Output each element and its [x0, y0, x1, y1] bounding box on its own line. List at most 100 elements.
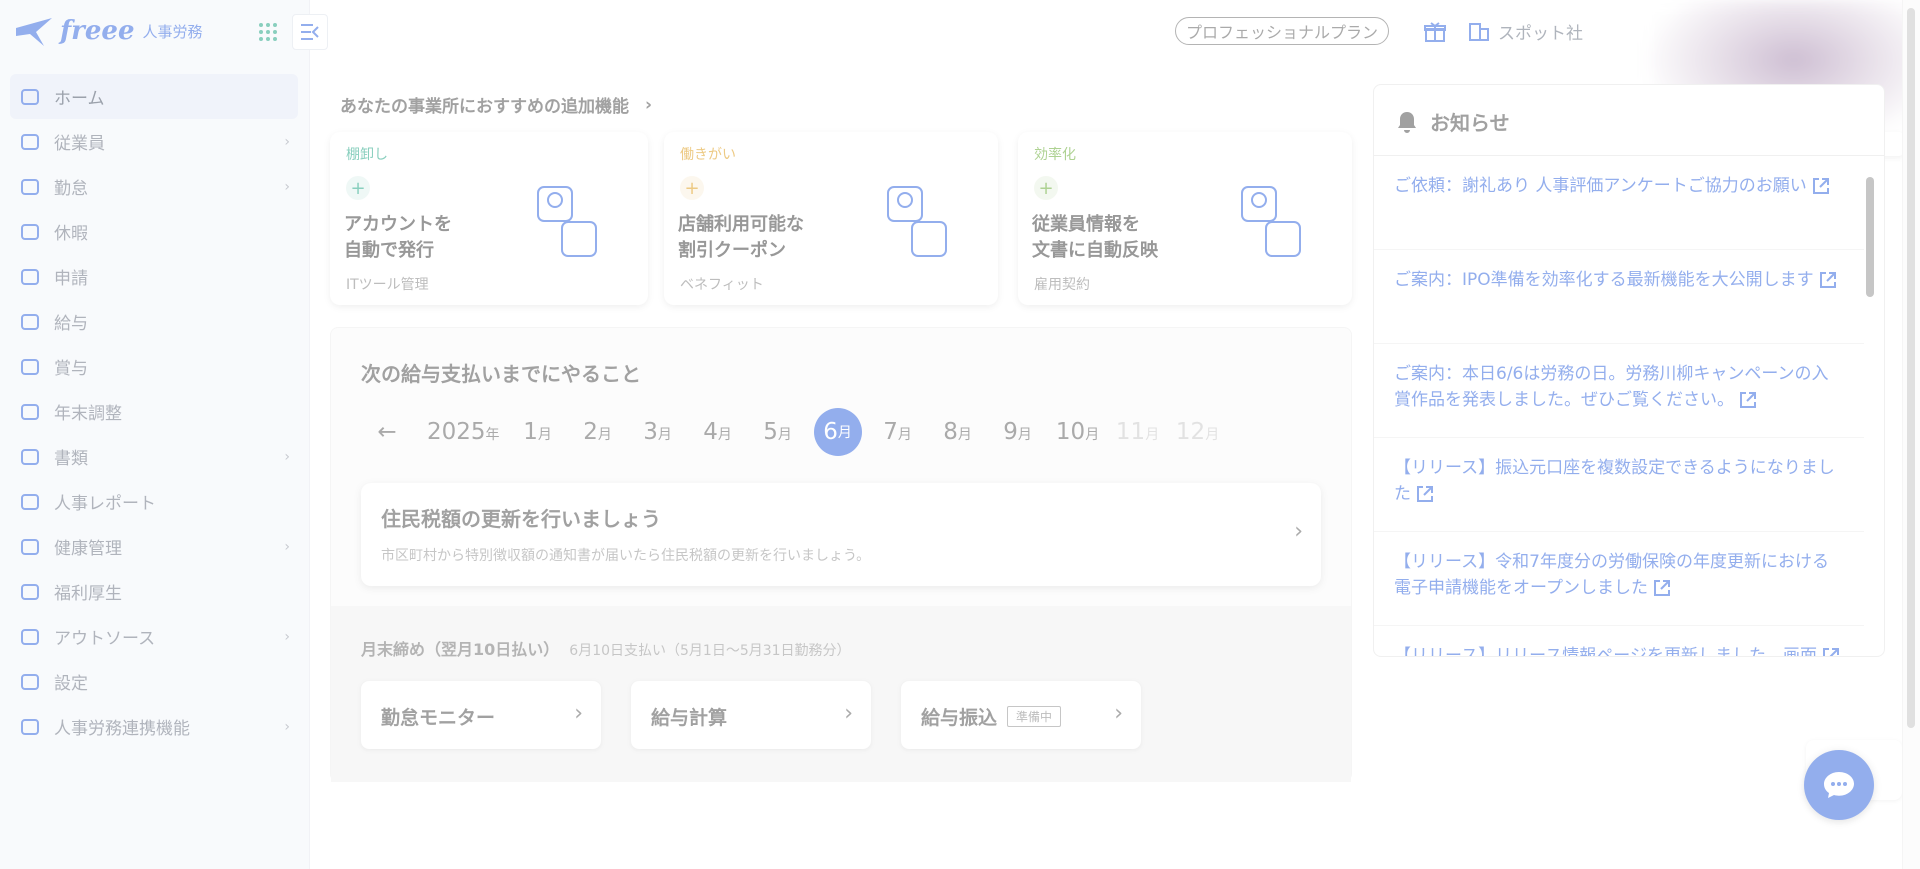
sidebar-item-1[interactable]: 従業員 › — [10, 119, 298, 164]
sidebar-item-9[interactable]: 人事レポート — [10, 479, 298, 524]
news-title: お知らせ — [1430, 111, 1510, 135]
chevron-right-icon: › — [284, 448, 290, 465]
sidebar-item-6[interactable]: 賞与 — [10, 344, 298, 389]
month-10[interactable]: 10月 — [1048, 419, 1108, 445]
sidebar-item-7[interactable]: 年末調整 — [10, 389, 298, 434]
step-title: 勤怠モニター — [381, 707, 496, 729]
recommend-subtitle: 雇用契約 — [1034, 277, 1090, 293]
chevron-right-icon: › — [284, 628, 290, 645]
sidebar-item-label: 休暇 — [54, 224, 88, 244]
apps-grid-icon[interactable] — [258, 22, 278, 42]
sidebar-item-label: 設定 — [54, 674, 88, 694]
document-icon — [18, 445, 42, 469]
news-item[interactable]: ご案内：本日6/6は労務の日。労務川柳キャンペーンの入賞作品を発表しました。ぜひ… — [1374, 344, 1864, 438]
external-link-icon — [1653, 580, 1670, 596]
news-text: 【リリース】リリース情報ページを更新しました。画面 — [1394, 646, 1817, 657]
gear-icon — [18, 670, 42, 694]
month-4[interactable]: 4月 — [688, 419, 748, 445]
chevron-right-icon: › — [645, 94, 653, 115]
month-number: 2 — [583, 419, 598, 445]
news-item[interactable]: 【リリース】リリース情報ページを更新しました。画面 — [1374, 626, 1864, 657]
recommend-card-1[interactable]: 働きがい + 店舗利用可能な 割引クーポン ベネフィット — [664, 132, 998, 305]
collapse-icon — [301, 24, 319, 40]
news-list: ご依頼：謝礼あり 人事評価アンケートご協力のお願いご案内：IPO準備を効率化する… — [1374, 156, 1864, 657]
payroll-step-2[interactable]: 給与振込 準備中 › — [901, 681, 1141, 749]
news-item[interactable]: ご案内：IPO準備を効率化する最新機能を大公開します — [1374, 250, 1864, 344]
month-2[interactable]: 2月 — [568, 419, 628, 445]
sidebar-item-label: 申請 — [54, 269, 88, 289]
stamp-icon — [18, 265, 42, 289]
news-text: 【リリース】令和7年度分の労働保険の年度更新における電子申請機能をオープンしまし… — [1394, 552, 1829, 598]
recommend-subtitle: ベネフィット — [680, 277, 764, 293]
month-number: 7 — [883, 419, 898, 445]
recommend-card-2[interactable]: 効率化 + 従業員情報を 文書に自動反映 雇用契約 — [1018, 132, 1352, 305]
gift-icon[interactable] — [1423, 20, 1447, 44]
payroll-step-1[interactable]: 給与計算 › — [631, 681, 871, 749]
sidebar-item-12[interactable]: アウトソース › — [10, 614, 298, 659]
page-scrollbar-thumb[interactable] — [1907, 8, 1915, 728]
prev-arrow-icon[interactable]: ← — [367, 419, 407, 445]
employee-icon — [18, 130, 42, 154]
plan-badge[interactable]: プロフェッショナルプラン — [1175, 17, 1390, 45]
company-switcher[interactable]: スポット社 — [1468, 19, 1583, 44]
chat-bubble-icon — [1824, 772, 1854, 798]
recommend-category: 働きがい — [680, 147, 736, 163]
month-number: 11 — [1115, 419, 1146, 445]
month-11: 11月 — [1108, 419, 1168, 445]
sidebar-item-4[interactable]: 申請 — [10, 254, 298, 299]
sidebar-item-5[interactable]: 給与 — [10, 299, 298, 344]
sidebar-item-label: 賞与 — [54, 359, 88, 379]
month-8[interactable]: 8月 — [928, 419, 988, 445]
news-item[interactable]: 【リリース】令和7年度分の労働保険の年度更新における電子申請機能をオープンしまし… — [1374, 532, 1864, 626]
news-text: ご依頼：謝礼あり 人事評価アンケートご協力のお願い — [1394, 176, 1807, 196]
recommend-title: 店舗利用可能な 割引クーポン — [678, 212, 804, 264]
clock-icon — [18, 175, 42, 199]
collapse-sidebar-button[interactable] — [292, 14, 328, 50]
todo-title: 次の給与支払いまでにやること — [361, 362, 641, 386]
recommend-header[interactable]: あなたの事業所におすすめの追加機能 › — [340, 92, 653, 118]
recommend-title: アカウントを 自動で発行 — [344, 212, 452, 264]
month-6[interactable]: 6月 — [813, 408, 862, 456]
payroll-step-0[interactable]: 勤怠モニター › — [361, 681, 601, 749]
news-item[interactable]: ご依頼：謝礼あり 人事評価アンケートご協力のお願い — [1374, 156, 1864, 250]
news-scrollbar[interactable] — [1866, 177, 1874, 297]
recommend-card-0[interactable]: 棚卸し + アカウントを 自動で発行 ITツール管理 — [330, 132, 648, 305]
month-suffix: 月 — [957, 427, 972, 443]
month-5[interactable]: 5月 — [748, 419, 808, 445]
sidebar-item-8[interactable]: 書類 › — [10, 434, 298, 479]
month-9[interactable]: 9月 — [988, 419, 1048, 445]
month-3[interactable]: 3月 — [628, 419, 688, 445]
year-suffix: 年 — [485, 427, 500, 443]
sidebar-item-0[interactable]: ホーム — [10, 74, 298, 119]
sidebar-item-13[interactable]: 設定 — [10, 659, 298, 704]
adjust-icon — [18, 400, 42, 424]
page-scrollbar[interactable] — [1902, 0, 1920, 869]
news-item[interactable]: 【リリース】振込元口座を複数設定できるようになりました — [1374, 438, 1864, 532]
recommend-title: 従業員情報を 文書に自動反映 — [1032, 212, 1158, 264]
chevron-right-icon: › — [284, 178, 290, 195]
sidebar-item-10[interactable]: 健康管理 › — [10, 524, 298, 569]
health-icon — [18, 535, 42, 559]
task-card[interactable]: 住民税額の更新を行いましょう 市区町村から特別徴収額の通知書が届いたら住民税額の… — [361, 483, 1321, 586]
sidebar-item-3[interactable]: 休暇 — [10, 209, 298, 254]
card-icon — [18, 310, 42, 334]
external-link-icon — [1819, 272, 1836, 288]
step-title: 給与振込 — [921, 707, 998, 729]
month-7[interactable]: 7月 — [868, 419, 928, 445]
step-label: 給与計算 — [651, 703, 727, 730]
sidebar-item-label: 勤怠 — [54, 179, 88, 199]
brand-logo[interactable]: freee 人事労務 — [14, 14, 203, 48]
sidebar-item-2[interactable]: 勤怠 › — [10, 164, 298, 209]
year-value: 2025 — [427, 419, 486, 445]
month-suffix: 月 — [717, 427, 732, 443]
company-name: スポット社 — [1498, 24, 1583, 44]
step-label: 給与振込 準備中 — [921, 703, 1062, 730]
illustration-icon — [1241, 186, 1301, 257]
sidebar-item-11[interactable]: 福利厚生 — [10, 569, 298, 614]
chat-button[interactable] — [1804, 750, 1874, 820]
sidebar-item-label: ホーム — [54, 89, 105, 109]
sidebar-item-14[interactable]: 人事労務連携機能 › — [10, 704, 298, 749]
bonus-icon — [18, 355, 42, 379]
month-1[interactable]: 1月 — [508, 419, 568, 445]
recommend-title-line2: 割引クーポン — [678, 240, 786, 261]
